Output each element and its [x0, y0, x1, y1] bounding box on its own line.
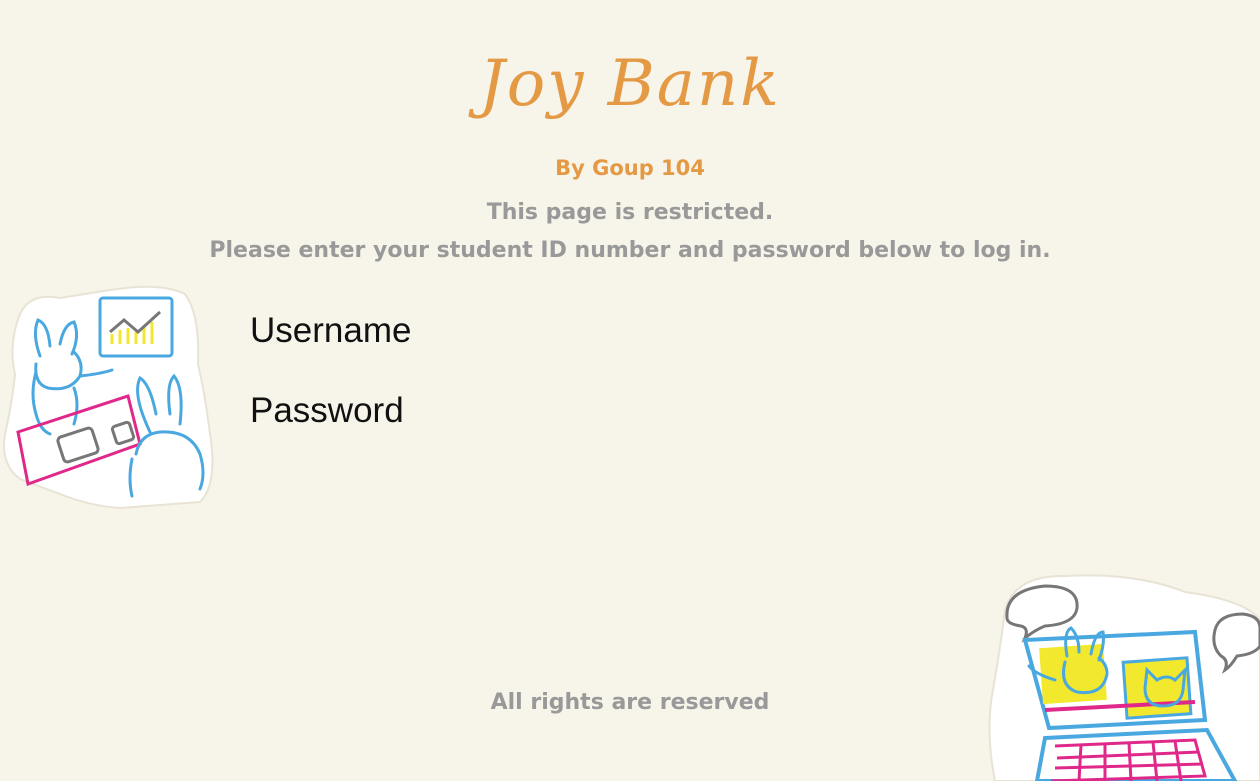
restricted-notice: This page is restricted. [486, 200, 774, 225]
laptop-video-call-illustration [988, 574, 1260, 781]
app-title: Joy Bank [479, 47, 781, 121]
app-subtitle: By Goup 104 [555, 156, 705, 180]
username-label: Username [250, 311, 412, 350]
bunny-office-illustration [3, 285, 214, 509]
login-instructions: Please enter your student ID number and … [209, 238, 1051, 263]
password-label: Password [250, 391, 404, 430]
